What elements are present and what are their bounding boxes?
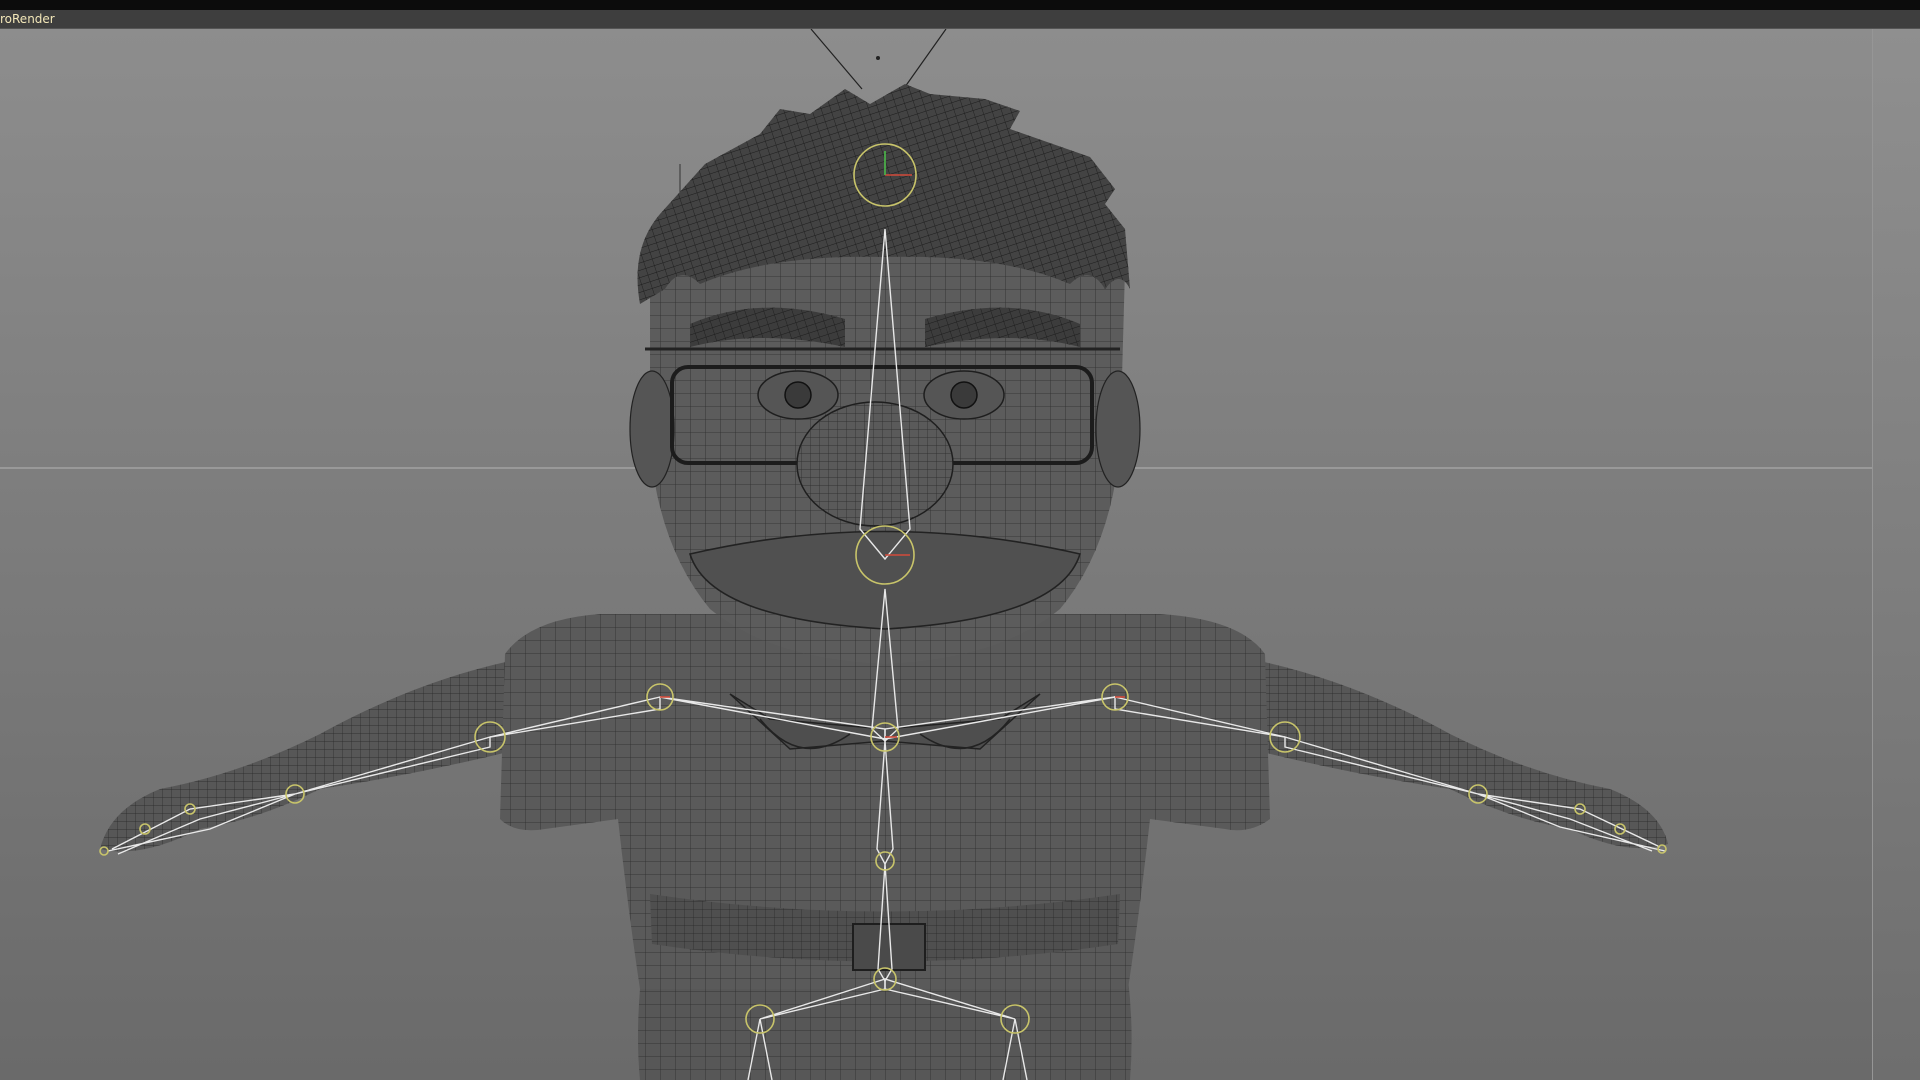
viewport-header: roRender (0, 10, 1920, 29)
scene-canvas[interactable] (0, 29, 1920, 1080)
camera-guide-line-left (810, 29, 863, 90)
renderer-label[interactable]: roRender (0, 11, 55, 27)
window-top-bar (0, 0, 1920, 10)
3d-viewport[interactable] (0, 29, 1920, 1080)
viewport-side-strip (1872, 29, 1920, 1080)
camera-target-dot (876, 56, 880, 60)
